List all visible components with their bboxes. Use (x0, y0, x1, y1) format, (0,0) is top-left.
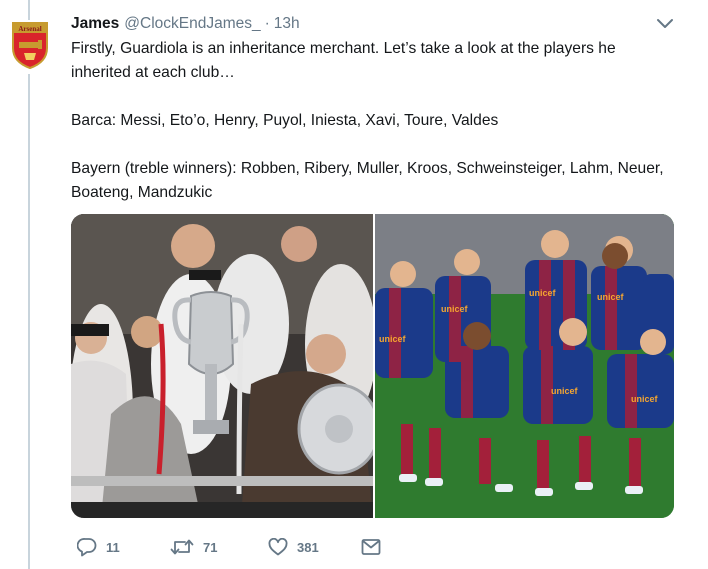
direct-message-button[interactable] (361, 533, 381, 561)
barcelona-team-illustration: unicef unicef unicef unicef unicef unice… (375, 214, 674, 518)
chevron-down-icon[interactable] (656, 17, 674, 36)
retweet-icon (170, 539, 194, 555)
tweet-header: James @ClockEndJames_ · 13h (71, 13, 688, 35)
thread-line (28, 74, 30, 569)
retweet-count: 71 (203, 539, 218, 555)
svg-text:unicef: unicef (551, 386, 579, 396)
separator-dot: · (264, 15, 270, 32)
svg-text:unicef: unicef (597, 292, 625, 302)
tweet-text: Firstly, Guardiola is an inheritance mer… (71, 37, 671, 205)
svg-text:unicef: unicef (529, 288, 557, 298)
svg-text:unicef: unicef (441, 304, 469, 314)
avatar[interactable]: Arsenal (8, 20, 52, 72)
barcelona-team-photo[interactable]: unicef unicef unicef unicef unicef unice… (375, 214, 674, 518)
like-button[interactable]: 381 (268, 533, 319, 561)
retweet-button[interactable]: 71 (170, 533, 217, 561)
reply-count: 11 (106, 539, 120, 555)
bayern-trophy-illustration (71, 214, 373, 518)
svg-text:Arsenal: Arsenal (18, 25, 41, 33)
svg-text:unicef: unicef (631, 394, 659, 404)
tweet-text-line: Barca: Messi, Eto’o, Henry, Puyol, Inies… (71, 112, 499, 129)
reply-icon (77, 538, 97, 557)
tweet-media[interactable]: unicef unicef unicef unicef unicef unice… (71, 214, 674, 518)
reply-button[interactable]: 11 (77, 533, 120, 561)
envelope-icon (361, 539, 381, 555)
timestamp[interactable]: 13h (274, 15, 300, 33)
tweet-text-line: Firstly, Guardiola is an inheritance mer… (71, 40, 616, 81)
heart-icon (268, 538, 288, 556)
svg-text:unicef: unicef (379, 334, 407, 344)
bayern-trophy-photo[interactable] (71, 214, 373, 518)
like-count: 381 (297, 539, 319, 555)
user-handle[interactable]: @ClockEndJames_ (124, 15, 260, 33)
arsenal-crest-icon: Arsenal (12, 22, 48, 70)
tweet-text-line: Bayern (treble winners): Robben, Ribery,… (71, 160, 664, 201)
display-name[interactable]: James (71, 15, 119, 33)
thread-line-top (28, 0, 30, 20)
